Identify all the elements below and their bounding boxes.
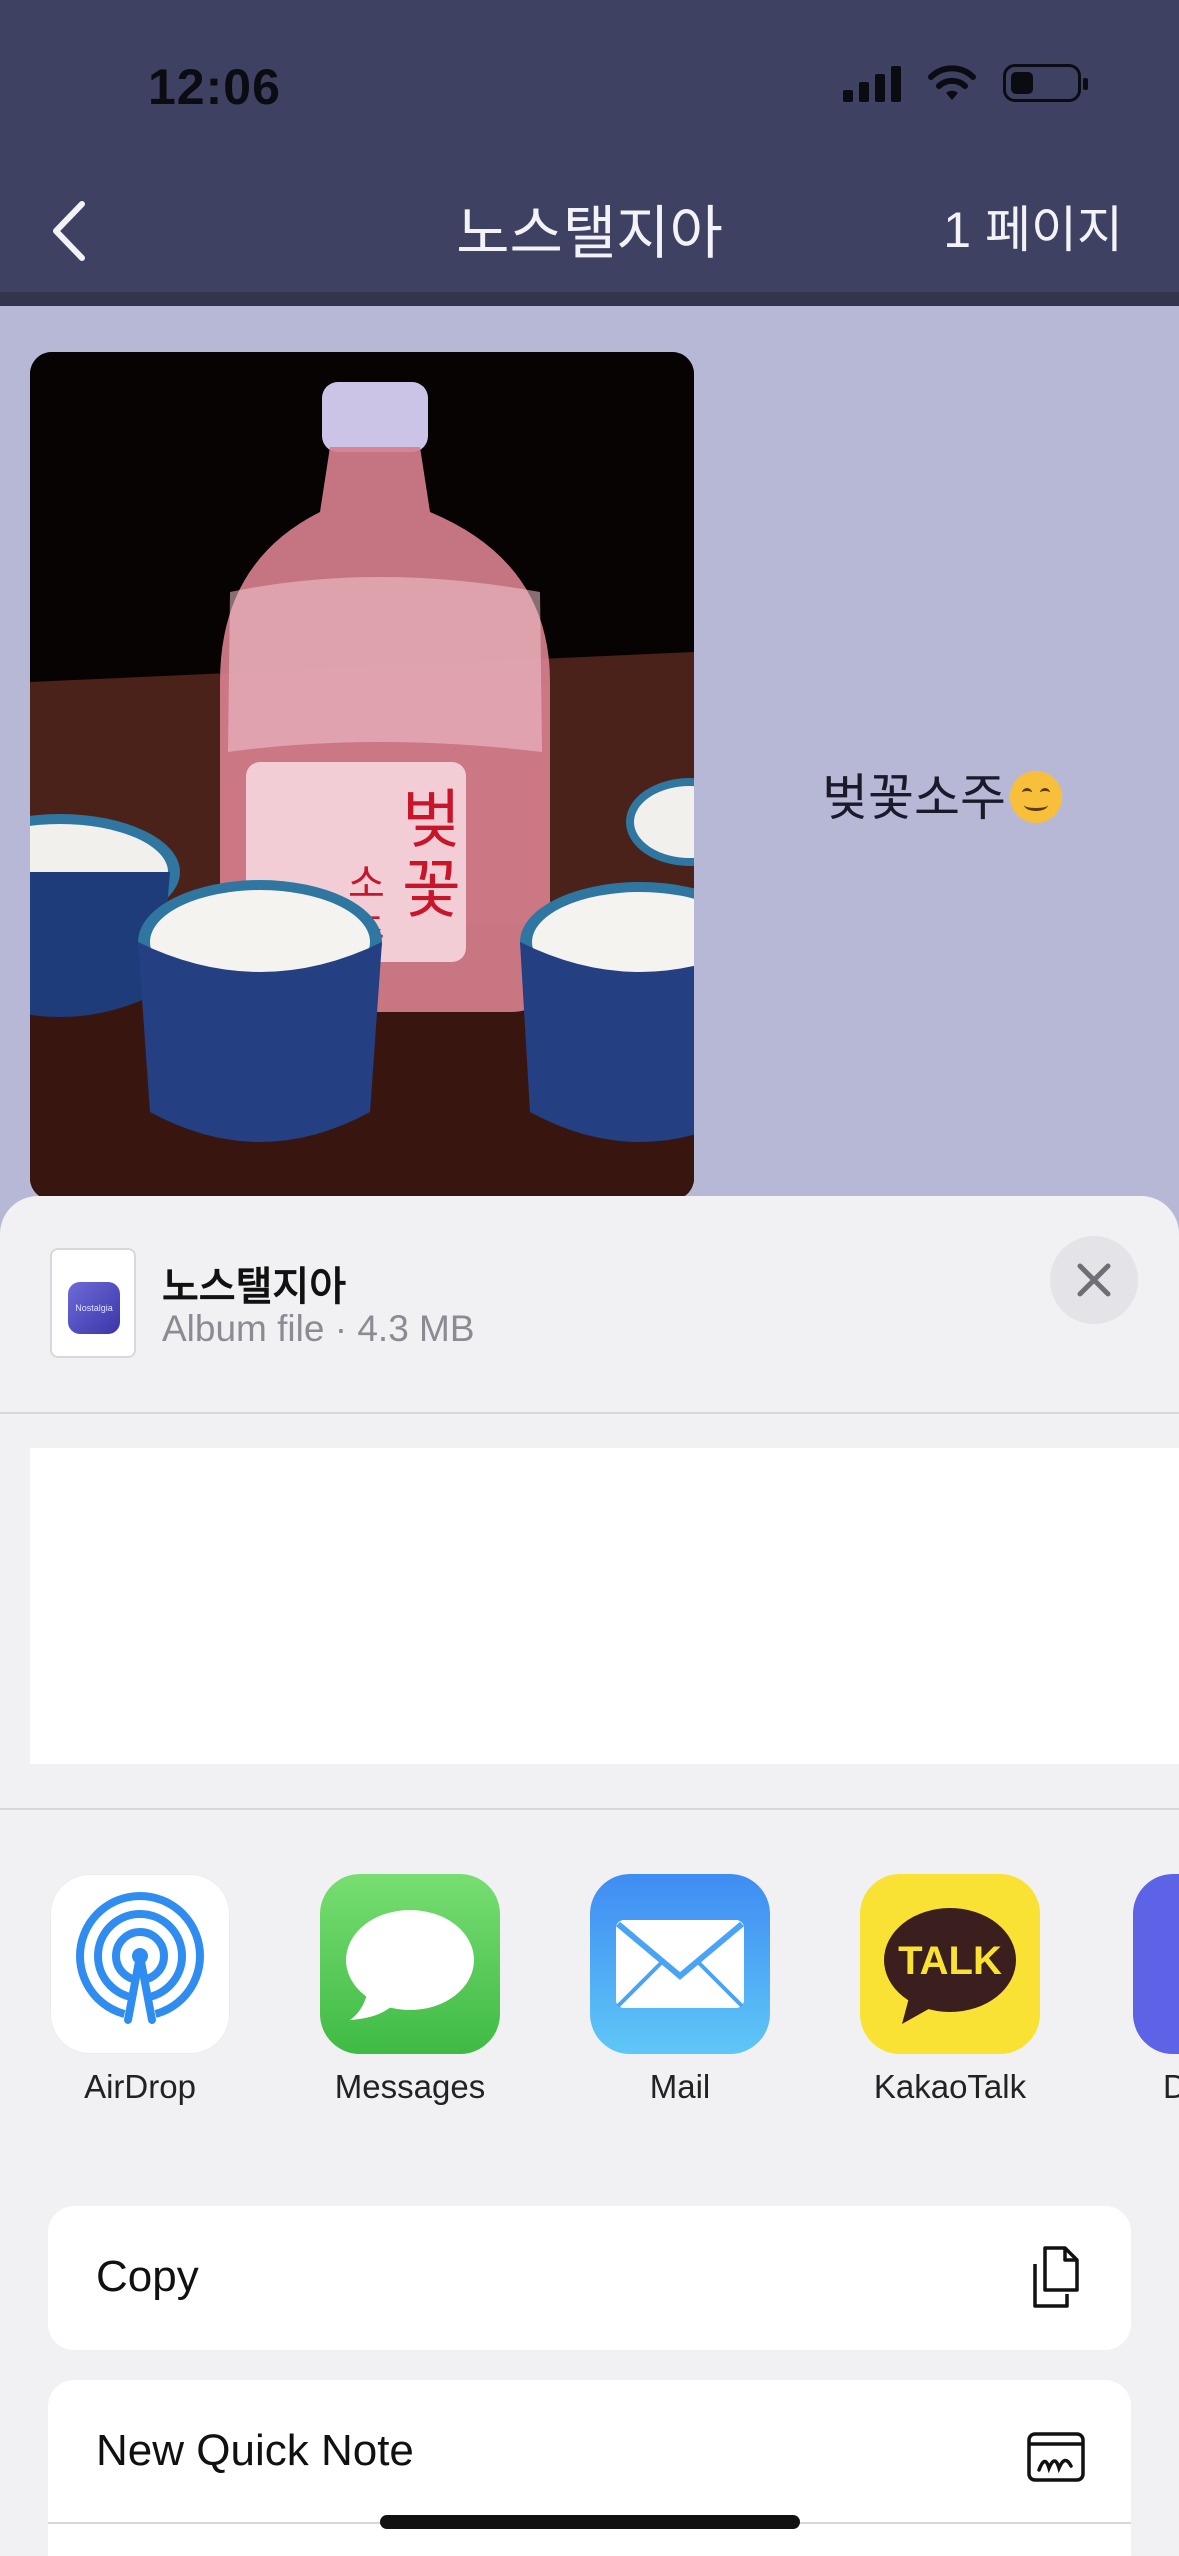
svg-text:꽃: 꽃 (402, 854, 461, 928)
action-label: Copy (96, 2252, 199, 2301)
share-apps-row: AirDrop Messages Mail TALK KakaoTalk (50, 1874, 1040, 2106)
status-time: 12:06 (148, 59, 281, 115)
people-suggestions-area[interactable] (30, 1448, 1179, 1764)
copy-icon (1033, 2246, 1079, 2308)
photo-caption: 벚꽃소주 (822, 758, 1062, 830)
close-icon (1077, 1263, 1111, 1297)
share-sheet-header: Nostalgia 노스탤지아 Album file · 4.3 MB (0, 1196, 1179, 1412)
app-label: Mail (649, 2068, 711, 2105)
page-count-button[interactable]: 1 페이지 (943, 190, 1123, 262)
nav-bar: 12:06 노스탤지아 1 페이지 (0, 0, 1179, 306)
document-icon: Nostalgia (50, 1248, 136, 1358)
nostalgia-app-icon: Nostalgia (68, 1282, 120, 1334)
share-app-kakaotalk[interactable]: TALK KakaoTalk (860, 1874, 1040, 2106)
quick-note-icon (1027, 2432, 1085, 2482)
kakaotalk-icon: TALK (860, 1874, 1040, 2054)
smiling-face-emoji-icon (1010, 771, 1062, 823)
new-quick-note-action[interactable]: New Quick Note (48, 2380, 1131, 2556)
cellular-signal-icon (843, 64, 901, 102)
nav-bar-shadow (0, 292, 1179, 306)
close-button[interactable] (1050, 1236, 1138, 1324)
messages-icon (320, 1874, 500, 2054)
share-sheet: Nostalgia 노스탤지아 Album file · 4.3 MB AirD… (0, 1196, 1179, 2556)
share-app-mail[interactable]: Mail (590, 1874, 770, 2106)
battery-icon (1003, 64, 1088, 102)
mail-icon (590, 1874, 770, 2054)
kakao-badge: TALK (898, 1939, 1002, 1983)
svg-text:소: 소 (348, 861, 385, 907)
file-meta: Album file · 4.3 MB (162, 1308, 475, 1349)
divider (0, 1808, 1179, 1810)
share-app-airdrop[interactable]: AirDrop (50, 1874, 230, 2106)
album-photo[interactable]: 벚 꽃 소 주 (30, 352, 694, 1200)
divider (0, 1412, 1179, 1414)
wifi-icon (928, 65, 976, 100)
app-label: Messages (334, 2068, 486, 2105)
status-icons (843, 64, 1088, 102)
share-app-messages[interactable]: Messages (320, 1874, 500, 2106)
file-name: 노스탤지아 (162, 1265, 346, 1309)
copy-action[interactable]: Copy (48, 2206, 1131, 2350)
svg-text:벚: 벚 (402, 784, 461, 858)
airdrop-icon (50, 1874, 230, 2054)
app-label: AirDrop (84, 2068, 196, 2105)
app-label: D (1163, 2068, 1179, 2105)
action-label: New Quick Note (96, 2426, 414, 2475)
caption-text: 벚꽃소주 (822, 770, 1006, 826)
app-label: KakaoTalk (873, 2068, 1027, 2105)
home-indicator[interactable] (380, 2515, 800, 2529)
soju-photo-image: 벚 꽃 소 주 (30, 352, 694, 1200)
discord-icon[interactable] (1133, 1874, 1179, 2054)
